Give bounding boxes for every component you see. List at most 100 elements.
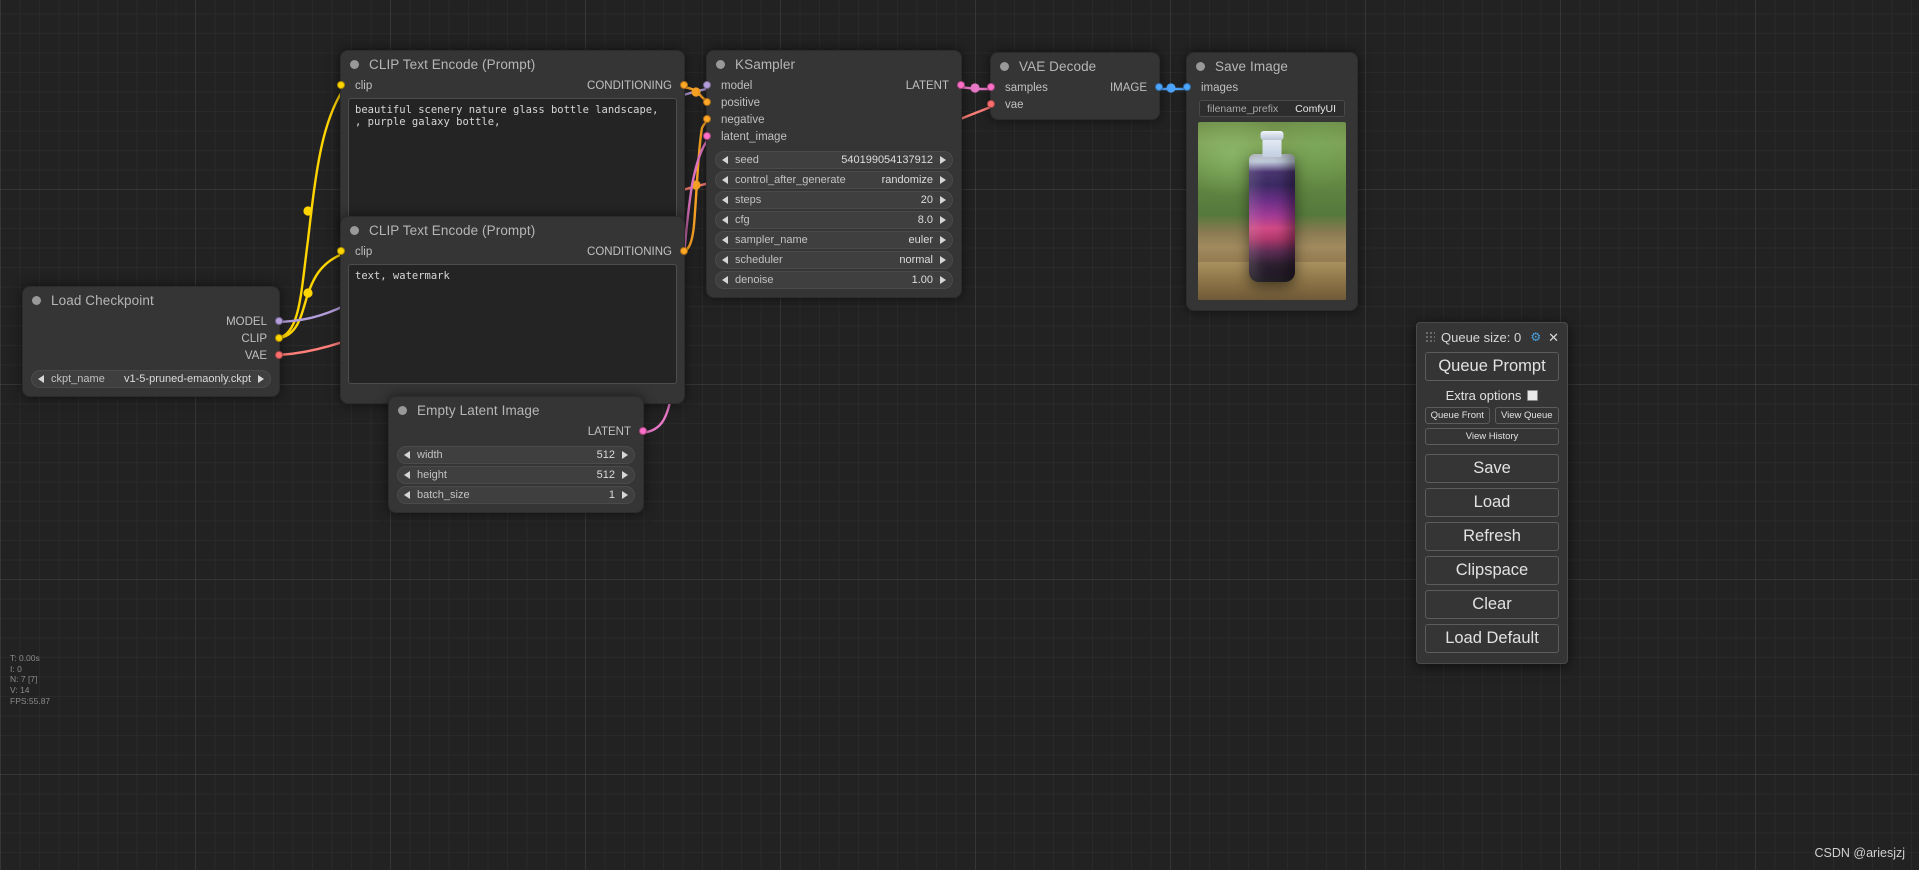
extra-options-row[interactable]: Extra options bbox=[1425, 388, 1559, 403]
collapse-dot-icon[interactable] bbox=[350, 59, 359, 69]
output-slot-clip[interactable]: CLIP bbox=[23, 330, 283, 347]
prompt-textarea[interactable]: text, watermark bbox=[348, 264, 677, 384]
input-slot-model[interactable]: model LATENT bbox=[703, 77, 965, 94]
node-empty-latent-image[interactable]: Empty Latent Image LATENT width 512 heig… bbox=[388, 396, 647, 513]
collapse-dot-icon[interactable] bbox=[350, 225, 359, 235]
view-queue-button[interactable]: View Queue bbox=[1494, 407, 1559, 424]
port-dot-negative[interactable] bbox=[703, 115, 711, 123]
menu-header[interactable]: Queue size: 0 ⚙ ✕ bbox=[1425, 327, 1559, 347]
input-slot-positive[interactable]: positive bbox=[703, 94, 961, 111]
decrement-arrow-icon[interactable] bbox=[722, 216, 728, 224]
queue-front-button[interactable]: Queue Front bbox=[1425, 407, 1490, 424]
increment-arrow-icon[interactable] bbox=[258, 375, 264, 383]
port-dot-latent[interactable] bbox=[957, 81, 965, 89]
port-dot-images[interactable] bbox=[1183, 83, 1191, 91]
increment-arrow-icon[interactable] bbox=[622, 471, 628, 479]
input-slot-vae[interactable]: vae bbox=[987, 96, 1159, 113]
decrement-arrow-icon[interactable] bbox=[404, 491, 410, 499]
port-dot-latent[interactable] bbox=[639, 427, 647, 435]
node-title-bar[interactable]: Empty Latent Image bbox=[389, 397, 643, 423]
image-preview[interactable] bbox=[1198, 122, 1346, 300]
increment-arrow-icon[interactable] bbox=[940, 216, 946, 224]
widget-seed[interactable]: seed 540199054137912 bbox=[715, 151, 953, 169]
port-dot-clip[interactable] bbox=[337, 81, 345, 89]
save-button[interactable]: Save bbox=[1425, 454, 1559, 483]
decrement-arrow-icon[interactable] bbox=[722, 176, 728, 184]
decrement-arrow-icon[interactable] bbox=[404, 451, 410, 459]
collapse-dot-icon[interactable] bbox=[1000, 61, 1009, 71]
increment-arrow-icon[interactable] bbox=[940, 276, 946, 284]
extra-options-checkbox[interactable] bbox=[1527, 390, 1539, 401]
collapse-dot-icon[interactable] bbox=[1196, 61, 1205, 71]
output-slot-latent[interactable]: LATENT bbox=[389, 423, 647, 440]
node-clip-text-encode-positive[interactable]: CLIP Text Encode (Prompt) clip CONDITION… bbox=[337, 50, 688, 238]
clear-button[interactable]: Clear bbox=[1425, 590, 1559, 619]
clipspace-button[interactable]: Clipspace bbox=[1425, 556, 1559, 585]
widget-scheduler[interactable]: scheduler normal bbox=[715, 251, 953, 269]
decrement-arrow-icon[interactable] bbox=[722, 236, 728, 244]
node-save-image[interactable]: Save Image images filename_prefix ComfyU… bbox=[1183, 52, 1358, 311]
output-slot-model[interactable]: MODEL bbox=[23, 313, 283, 330]
node-title-bar[interactable]: KSampler bbox=[707, 51, 961, 77]
drag-handle-icon[interactable] bbox=[1425, 331, 1435, 343]
gear-icon[interactable]: ⚙ bbox=[1530, 331, 1541, 343]
widget-sampler-name[interactable]: sampler_name euler bbox=[715, 231, 953, 249]
port-dot-image[interactable] bbox=[1155, 83, 1163, 91]
port-dot-conditioning[interactable] bbox=[680, 247, 688, 255]
node-vae-decode[interactable]: VAE Decode samples IMAGE vae bbox=[987, 52, 1163, 120]
widget-filename-prefix[interactable]: filename_prefix ComfyUI bbox=[1199, 100, 1345, 117]
widget-height[interactable]: height 512 bbox=[397, 466, 635, 484]
decrement-arrow-icon[interactable] bbox=[722, 276, 728, 284]
collapse-dot-icon[interactable] bbox=[398, 405, 407, 415]
widget-steps[interactable]: steps 20 bbox=[715, 191, 953, 209]
port-dot-clip[interactable] bbox=[337, 247, 345, 255]
port-dot-latent-image[interactable] bbox=[703, 132, 711, 140]
close-icon[interactable]: ✕ bbox=[1548, 331, 1559, 344]
collapse-dot-icon[interactable] bbox=[32, 295, 41, 305]
input-slot-clip[interactable]: clip CONDITIONING bbox=[337, 77, 688, 94]
input-slot-latent-image[interactable]: latent_image bbox=[703, 128, 961, 145]
port-dot-positive[interactable] bbox=[703, 98, 711, 106]
port-dot-model[interactable] bbox=[703, 81, 711, 89]
input-slot-clip[interactable]: clip CONDITIONING bbox=[337, 243, 688, 260]
decrement-arrow-icon[interactable] bbox=[404, 471, 410, 479]
increment-arrow-icon[interactable] bbox=[622, 491, 628, 499]
port-dot-clip[interactable] bbox=[275, 334, 283, 342]
node-title-bar[interactable]: CLIP Text Encode (Prompt) bbox=[341, 217, 684, 243]
port-dot-vae[interactable] bbox=[275, 351, 283, 359]
decrement-arrow-icon[interactable] bbox=[722, 256, 728, 264]
node-title-bar[interactable]: VAE Decode bbox=[991, 53, 1159, 79]
decrement-arrow-icon[interactable] bbox=[38, 375, 44, 383]
port-dot-samples[interactable] bbox=[987, 83, 995, 91]
output-slot-vae[interactable]: VAE bbox=[23, 347, 283, 364]
increment-arrow-icon[interactable] bbox=[622, 451, 628, 459]
increment-arrow-icon[interactable] bbox=[940, 156, 946, 164]
load-button[interactable]: Load bbox=[1425, 488, 1559, 517]
increment-arrow-icon[interactable] bbox=[940, 236, 946, 244]
widget-denoise[interactable]: denoise 1.00 bbox=[715, 271, 953, 289]
menu-panel[interactable]: Queue size: 0 ⚙ ✕ Queue Prompt Extra opt… bbox=[1416, 322, 1568, 664]
input-slot-negative[interactable]: negative bbox=[703, 111, 961, 128]
port-dot-model[interactable] bbox=[275, 317, 283, 325]
collapse-dot-icon[interactable] bbox=[716, 59, 725, 69]
node-ksampler[interactable]: KSampler model LATENT positive negative … bbox=[703, 50, 965, 298]
node-title-bar[interactable]: Load Checkpoint bbox=[23, 287, 279, 313]
input-slot-images[interactable]: images bbox=[1183, 79, 1357, 96]
node-load-checkpoint[interactable]: Load Checkpoint MODEL CLIP VAE ckpt_name… bbox=[22, 286, 283, 397]
widget-batch-size[interactable]: batch_size 1 bbox=[397, 486, 635, 504]
port-dot-vae[interactable] bbox=[987, 100, 995, 108]
node-title-bar[interactable]: Save Image bbox=[1187, 53, 1357, 79]
view-history-button[interactable]: View History bbox=[1425, 428, 1559, 445]
graph-canvas[interactable]: Load Checkpoint MODEL CLIP VAE ckpt_name… bbox=[0, 0, 1919, 870]
load-default-button[interactable]: Load Default bbox=[1425, 624, 1559, 653]
increment-arrow-icon[interactable] bbox=[940, 176, 946, 184]
widget-width[interactable]: width 512 bbox=[397, 446, 635, 464]
input-slot-samples[interactable]: samples IMAGE bbox=[987, 79, 1163, 96]
widget-cfg[interactable]: cfg 8.0 bbox=[715, 211, 953, 229]
refresh-button[interactable]: Refresh bbox=[1425, 522, 1559, 551]
decrement-arrow-icon[interactable] bbox=[722, 156, 728, 164]
port-dot-conditioning[interactable] bbox=[680, 81, 688, 89]
widget-ckpt-name[interactable]: ckpt_name v1-5-pruned-emaonly.ckpt bbox=[31, 370, 271, 388]
queue-prompt-button[interactable]: Queue Prompt bbox=[1425, 352, 1559, 381]
decrement-arrow-icon[interactable] bbox=[722, 196, 728, 204]
